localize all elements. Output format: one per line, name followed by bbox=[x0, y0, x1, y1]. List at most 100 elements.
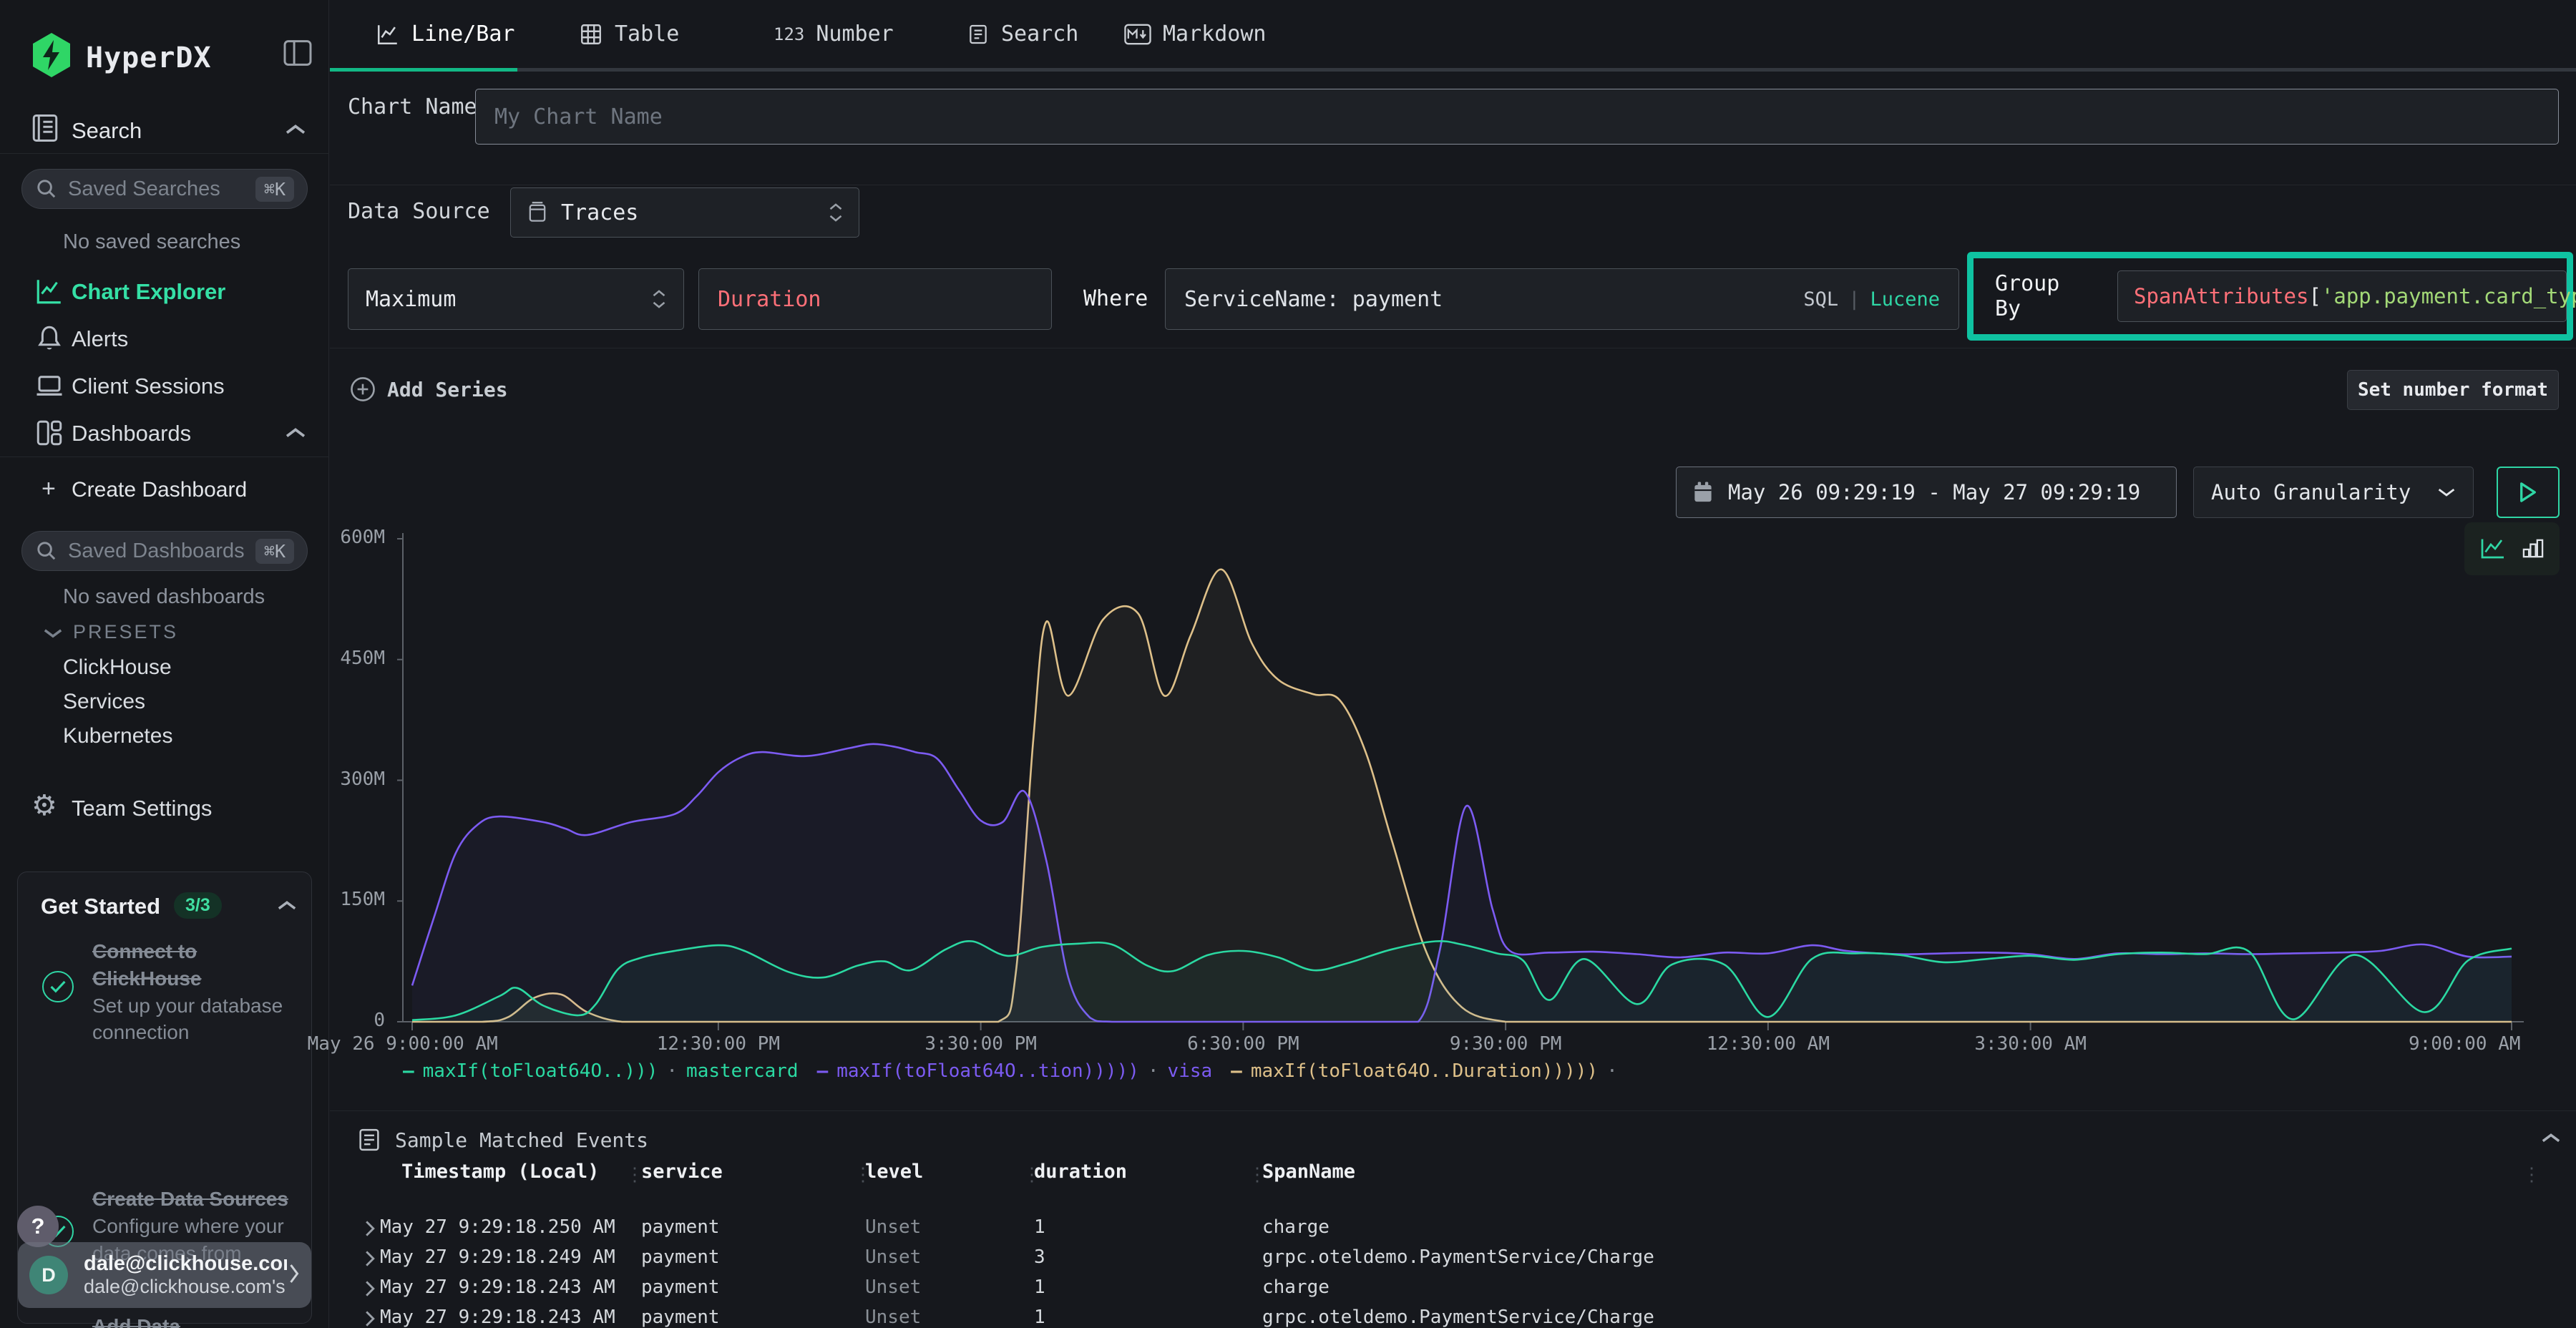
chevron-down-icon bbox=[2437, 487, 2456, 498]
sidebar-item-clickhouse[interactable]: ClickHouse bbox=[63, 655, 172, 680]
sidebar-item-services[interactable]: Services bbox=[63, 690, 145, 714]
help-button[interactable]: ? bbox=[17, 1206, 59, 1247]
saved-searches-input[interactable]: Saved Searches ⌘K bbox=[21, 169, 308, 209]
x-axis-label: 6:30:00 PM bbox=[1187, 1033, 1299, 1055]
expand-chevron-icon[interactable] bbox=[364, 1249, 376, 1268]
cell-duration: 1 bbox=[1034, 1307, 1045, 1328]
data-source-select[interactable]: Traces bbox=[510, 187, 859, 238]
x-axis-label: 12:30:00 PM bbox=[657, 1033, 780, 1055]
column-header[interactable]: service bbox=[641, 1161, 723, 1183]
get-started-item[interactable]: Connect to ClickHouse Set up your databa… bbox=[92, 938, 307, 1046]
legend-swatch: — bbox=[403, 1060, 414, 1082]
legend-item[interactable]: —maxIf(toFloat64O..tion)))))·visa bbox=[817, 1060, 1213, 1082]
cell-level: Unset bbox=[865, 1307, 921, 1328]
x-axis-label: 9:30:00 PM bbox=[1450, 1033, 1562, 1055]
search-section-chevron-up-icon[interactable] bbox=[285, 123, 306, 140]
sidebar-item-team-settings[interactable]: Team Settings bbox=[72, 796, 212, 821]
user-menu[interactable]: D dale@clickhouse.com dale@clickhouse.co… bbox=[18, 1242, 311, 1308]
search-icon bbox=[35, 177, 58, 200]
where-input[interactable]: ServiceName: payment SQL | Lucene bbox=[1165, 268, 1959, 330]
tab-line-bar[interactable]: Line/Bar bbox=[376, 21, 515, 47]
events-table-header: Timestamp (Local) ⋮ service ⋮ level ⋮ du… bbox=[330, 1161, 2576, 1189]
sidebar-item-kubernetes[interactable]: Kubernetes bbox=[63, 724, 172, 748]
sql-toggle[interactable]: SQL bbox=[1803, 288, 1838, 311]
sample-events-header[interactable]: Sample Matched Events bbox=[358, 1128, 648, 1152]
sample-events-collapse-icon[interactable] bbox=[2541, 1132, 2561, 1148]
column-header[interactable]: Timestamp (Local) bbox=[401, 1161, 599, 1183]
cell-duration: 1 bbox=[1034, 1216, 1045, 1238]
cell-service: payment bbox=[641, 1276, 720, 1298]
chart-name-input[interactable]: My Chart Name bbox=[475, 89, 2559, 145]
granularity-select[interactable]: Auto Granularity bbox=[2193, 467, 2474, 518]
cell-timestamp: May 27 9:29:18.250 AM bbox=[380, 1216, 615, 1238]
expand-chevron-icon[interactable] bbox=[364, 1279, 376, 1298]
tab-track bbox=[330, 68, 2576, 72]
tab-search[interactable]: Search bbox=[967, 21, 1078, 47]
dashboards-grid-icon bbox=[34, 418, 64, 451]
tab-number[interactable]: 123 Number bbox=[774, 21, 894, 47]
x-axis-label: 3:30:00 PM bbox=[924, 1033, 1037, 1055]
create-dashboard-button[interactable]: Create Dashboard bbox=[72, 478, 247, 502]
presets-chevron-down-icon[interactable] bbox=[43, 627, 63, 643]
cell-spanname: charge bbox=[1262, 1276, 1330, 1298]
group-by-arg: 'app.payment.card_type' bbox=[2321, 284, 2576, 308]
add-series-button[interactable]: Add Series bbox=[350, 376, 508, 402]
tab-label: Number bbox=[816, 21, 893, 47]
table-row[interactable]: May 27 9:29:18.243 AM payment Unset 1 gr… bbox=[330, 1307, 2576, 1328]
sidebar-collapse-icon[interactable] bbox=[283, 40, 312, 69]
cell-level: Unset bbox=[865, 1276, 921, 1298]
tab-markdown[interactable]: Markdown bbox=[1124, 21, 1267, 47]
plus-icon: + bbox=[42, 475, 56, 503]
123-icon: 123 bbox=[774, 24, 804, 44]
set-number-format-button[interactable]: Set number format bbox=[2347, 370, 2559, 410]
date-range-input[interactable]: May 26 09:29:19 - May 27 09:29:19 bbox=[1676, 467, 2177, 518]
field-input[interactable]: Duration bbox=[698, 268, 1052, 330]
add-series-label: Add Series bbox=[387, 378, 508, 401]
y-axis-label: 150M bbox=[340, 889, 385, 910]
get-started-item-title: Add Data bbox=[92, 1313, 310, 1328]
tab-table[interactable]: Table bbox=[579, 21, 679, 47]
table-icon bbox=[579, 22, 603, 47]
tab-label: Line/Bar bbox=[411, 21, 515, 47]
get-started-item[interactable]: Add Data Start sending logs, metrics, or… bbox=[92, 1313, 310, 1328]
sidebar-item-alerts[interactable]: Alerts bbox=[72, 326, 128, 352]
presets-header[interactable]: PRESETS bbox=[73, 621, 178, 643]
legend-item[interactable]: —maxIf(toFloat64O..)))·mastercard bbox=[403, 1060, 799, 1082]
tab-label: Search bbox=[1001, 21, 1078, 47]
aggregation-select[interactable]: Maximum bbox=[348, 268, 684, 330]
database-icon bbox=[527, 201, 548, 224]
dashboards-chevron-up-icon[interactable] bbox=[285, 426, 306, 443]
hyperdx-logo-icon[interactable] bbox=[29, 31, 74, 82]
sidebar-item-client-sessions[interactable]: Client Sessions bbox=[72, 374, 225, 399]
sidebar-item-dashboards[interactable]: Dashboards bbox=[72, 421, 191, 446]
column-header[interactable]: SpanName bbox=[1262, 1161, 1355, 1183]
timeseries-chart[interactable] bbox=[397, 529, 2526, 1045]
legend-item[interactable]: —maxIf(toFloat64O..Duration)))))· bbox=[1231, 1060, 1618, 1082]
saved-dashboards-input[interactable]: Saved Dashboards ⌘K bbox=[21, 531, 308, 571]
lucene-toggle[interactable]: Lucene bbox=[1870, 288, 1940, 311]
group-by-input[interactable]: SpanAttributes['app.payment.card_type'] bbox=[2117, 270, 2567, 322]
expand-chevron-icon[interactable] bbox=[364, 1219, 376, 1238]
column-header[interactable]: duration bbox=[1034, 1161, 1127, 1183]
run-query-button[interactable] bbox=[2497, 467, 2560, 518]
table-row[interactable]: May 27 9:29:18.250 AM payment Unset 1 ch… bbox=[330, 1216, 2576, 1242]
get-started-item-subtitle: Set up your database connection bbox=[92, 992, 307, 1047]
where-value: ServiceName: payment bbox=[1184, 287, 1803, 312]
cell-timestamp: May 27 9:29:18.243 AM bbox=[380, 1276, 615, 1298]
list-icon bbox=[967, 23, 990, 46]
cell-service: payment bbox=[641, 1246, 720, 1268]
group-by-fn: SpanAttributes bbox=[2134, 284, 2308, 308]
column-header[interactable]: level bbox=[865, 1161, 923, 1183]
table-row[interactable]: May 27 9:29:18.243 AM payment Unset 1 ch… bbox=[330, 1276, 2576, 1302]
y-axis-label: 600M bbox=[340, 527, 385, 548]
legend-separator: · bbox=[666, 1060, 678, 1082]
sidebar-section-search[interactable]: Search bbox=[72, 118, 142, 144]
table-row[interactable]: May 27 9:29:18.249 AM payment Unset 3 gr… bbox=[330, 1246, 2576, 1272]
expand-chevron-icon[interactable] bbox=[364, 1309, 376, 1328]
group-by-label: Group By bbox=[1995, 271, 2097, 321]
select-chevrons-icon bbox=[652, 289, 666, 309]
cell-service: payment bbox=[641, 1307, 720, 1328]
cell-timestamp: May 27 9:29:18.249 AM bbox=[380, 1246, 615, 1268]
bracket-open: [ bbox=[2308, 284, 2321, 308]
sidebar-item-chart-explorer[interactable]: Chart Explorer bbox=[72, 279, 225, 305]
